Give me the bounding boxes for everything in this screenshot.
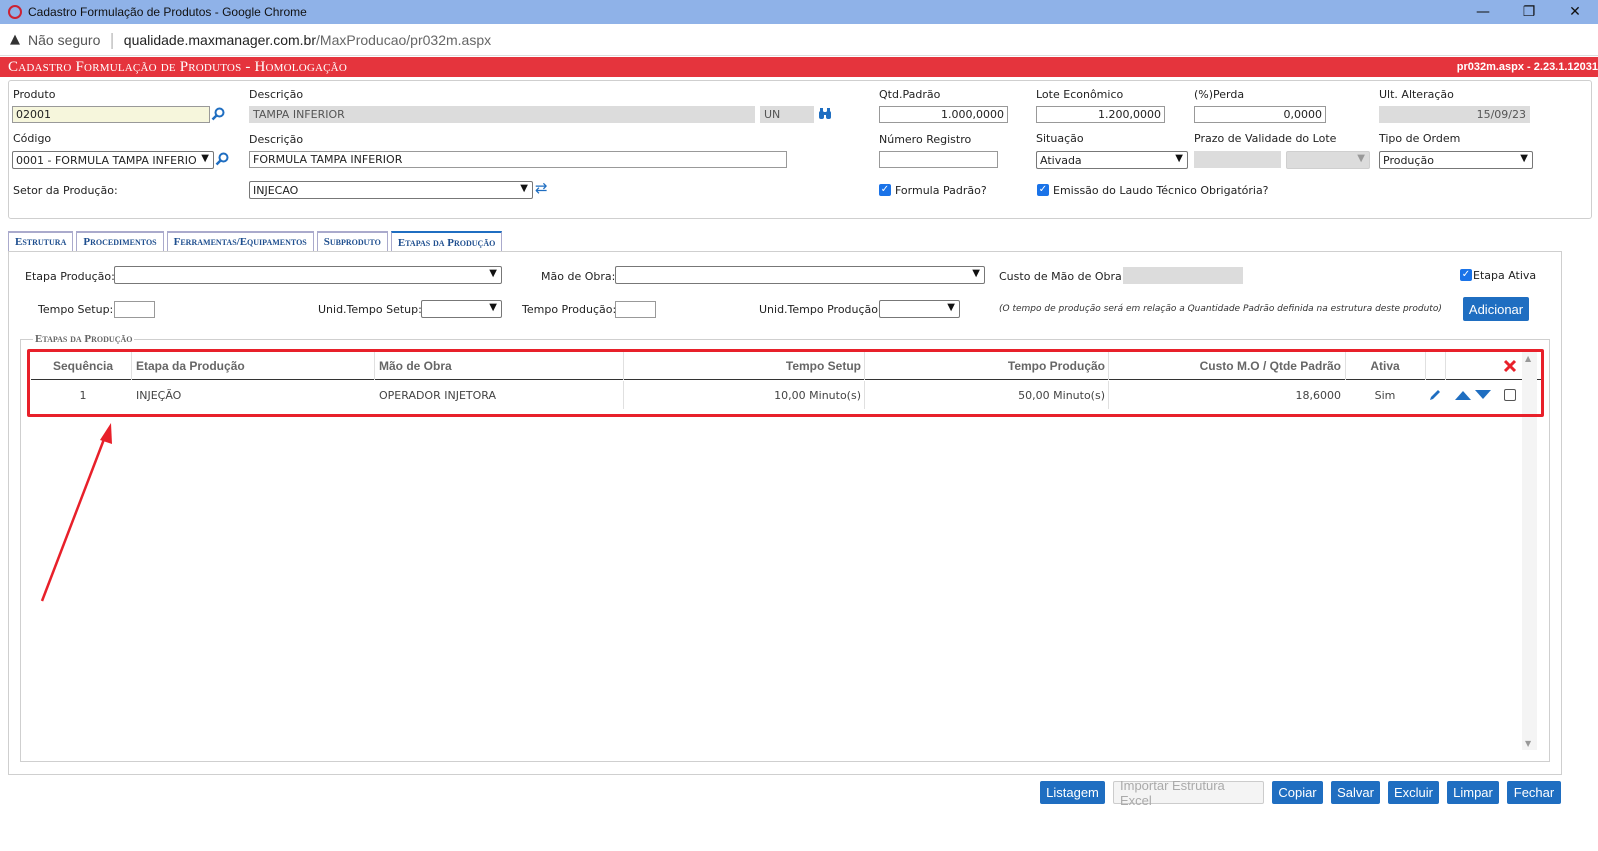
- importar-estrutura-excel-button[interactable]: Importar Estrutura Excel: [1113, 778, 1264, 808]
- excluir-button[interactable]: Excluir: [1388, 781, 1439, 804]
- salvar-button[interactable]: Salvar: [1331, 781, 1380, 804]
- limpar-button[interactable]: Limpar: [1447, 781, 1499, 804]
- annotation-arrow: [40, 423, 112, 602]
- fechar-button[interactable]: Fechar: [1507, 781, 1561, 804]
- listagem-button[interactable]: Listagem: [1040, 781, 1105, 804]
- copiar-button[interactable]: Copiar: [1272, 781, 1323, 804]
